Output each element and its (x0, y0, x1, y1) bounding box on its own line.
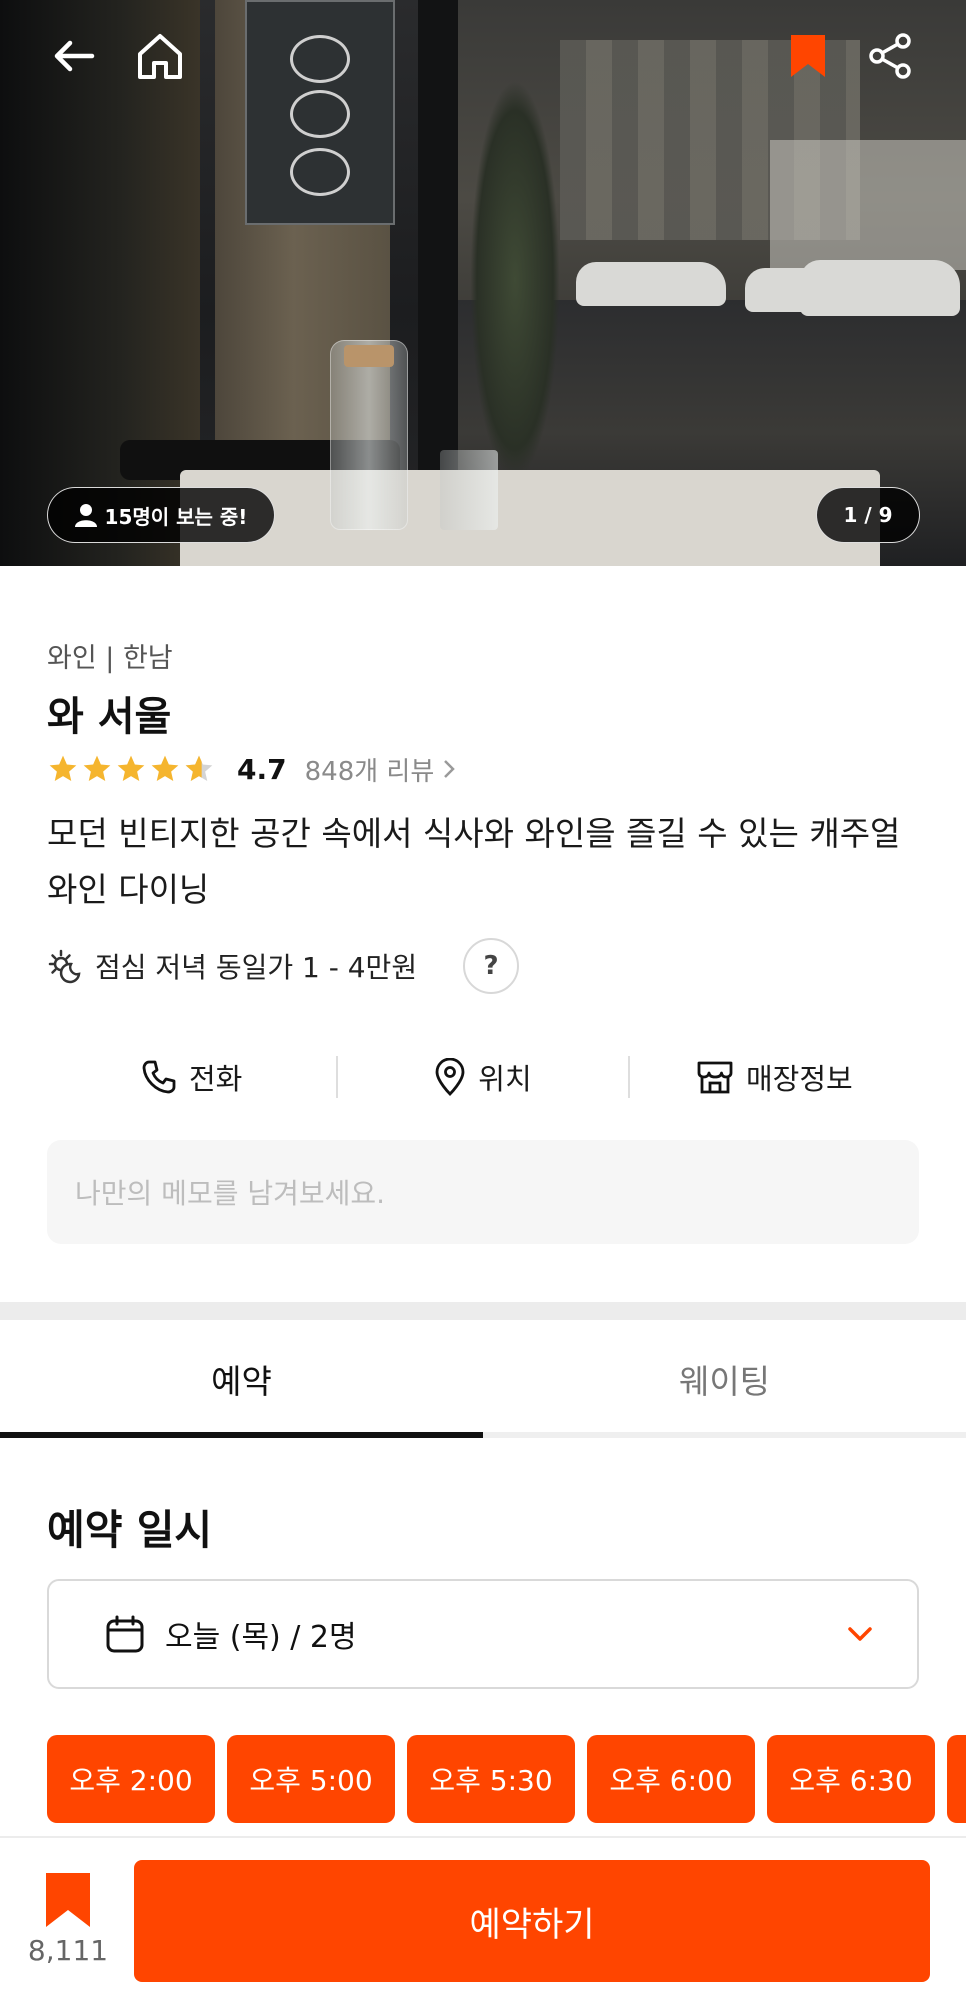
calendar-icon (106, 1615, 144, 1653)
back-button[interactable] (44, 26, 104, 86)
photo-building (770, 140, 966, 270)
price-help-button[interactable]: ? (463, 938, 520, 994)
time-slot[interactable]: 오후 6:30 (767, 1735, 935, 1823)
reservation-section-title: 예약 일시 (47, 1506, 213, 1554)
bookmark-button[interactable] (778, 26, 838, 86)
restaurant-category: 와인 | 한남 (47, 643, 173, 674)
memo-input[interactable]: 나만의 메모를 남겨보세요. (47, 1140, 919, 1244)
bookmark-icon (791, 35, 825, 77)
photo-counter: 1 / 9 (816, 487, 920, 543)
star-icon (83, 755, 111, 781)
star-half-icon (185, 755, 213, 781)
photo-table (180, 470, 880, 566)
time-slot-list: 오후 2:00 오후 5:00 오후 5:30 오후 6:00 오후 6:30 (47, 1735, 966, 1823)
restaurant-name: 와 서울 (47, 694, 172, 740)
bookmark-icon (46, 1873, 90, 1927)
save-button[interactable]: 8,111 (27, 1872, 109, 1982)
sun-moon-icon (48, 949, 81, 984)
time-slot[interactable]: 오후 5:30 (407, 1735, 575, 1823)
time-slot[interactable]: 오후 2:00 (47, 1735, 215, 1823)
viewers-text: 15명이 보는 중! (104, 504, 248, 529)
star-icon (117, 755, 145, 781)
reviews-count: 848개 리뷰 (304, 756, 435, 787)
store-info-label: 매장정보 (745, 1062, 853, 1096)
poster-logo-mark (290, 35, 350, 83)
share-icon (869, 33, 911, 79)
time-slot[interactable]: 오후 6:00 (587, 1735, 755, 1823)
save-count: 8,111 (27, 1934, 109, 1967)
price-row: 점심 저녁 동일가 1 - 4만원 ? (47, 938, 520, 994)
map-pin-icon (435, 1058, 465, 1096)
call-label: 전화 (188, 1062, 243, 1096)
tab-active-indicator (0, 1432, 483, 1438)
share-button[interactable] (860, 26, 920, 86)
person-icon (74, 504, 97, 527)
price-text: 점심 저녁 동일가 1 - 4만원 (95, 951, 418, 984)
photo-tree (470, 80, 560, 480)
home-button[interactable] (130, 26, 190, 86)
location-label: 위치 (478, 1062, 532, 1096)
poster-logo-mark (290, 90, 350, 138)
reserve-button[interactable]: 예약하기 (134, 1860, 930, 1982)
tab-bar: 예약 웨이팅 (0, 1320, 966, 1438)
phone-icon (142, 1060, 176, 1094)
location-button[interactable]: 위치 (338, 1050, 627, 1104)
rating-value: 4.7 (237, 752, 287, 786)
star-rating (47, 753, 215, 785)
chevron-right-icon (444, 760, 456, 778)
action-row: 전화 위치 매장정보 (47, 1050, 919, 1104)
rating-row[interactable]: 4.7 848개 리뷰 (47, 751, 457, 788)
tab-reservation[interactable]: 예약 (0, 1320, 483, 1438)
date-party-value: 오늘 (목) / 2명 (165, 1620, 357, 1655)
restaurant-description: 모던 빈티지한 공간 속에서 식사와 와인을 즐길 수 있는 캐주얼 와인 다이… (47, 814, 901, 909)
star-icon (151, 755, 179, 781)
photo-bottle-cap (344, 345, 394, 367)
chevron-down-icon (848, 1627, 872, 1641)
store-info-button[interactable]: 매장정보 (630, 1050, 919, 1104)
section-divider (0, 1302, 966, 1320)
tab-waiting[interactable]: 웨이팅 (483, 1320, 966, 1438)
time-slot[interactable]: 오후 5:00 (227, 1735, 395, 1823)
photo-car (800, 260, 960, 316)
photo-bottle (330, 340, 408, 530)
star-icon (49, 755, 77, 781)
poster-logo-mark (290, 148, 350, 196)
reviews-link[interactable]: 848개 리뷰 (305, 751, 457, 788)
call-button[interactable]: 전화 (47, 1050, 336, 1104)
time-slot-overflow[interactable] (947, 1735, 966, 1823)
photo-counter-text: 1 / 9 (843, 503, 893, 527)
memo-placeholder: 나만의 메모를 남겨보세요. (75, 1177, 386, 1210)
viewers-badge: 15명이 보는 중! (47, 487, 275, 543)
photo-glass (440, 450, 498, 530)
home-icon (138, 34, 182, 79)
back-arrow-icon (54, 40, 95, 72)
photo-car (576, 262, 726, 306)
date-party-select[interactable]: 오늘 (목) / 2명 (47, 1579, 919, 1689)
store-icon (697, 1061, 733, 1094)
